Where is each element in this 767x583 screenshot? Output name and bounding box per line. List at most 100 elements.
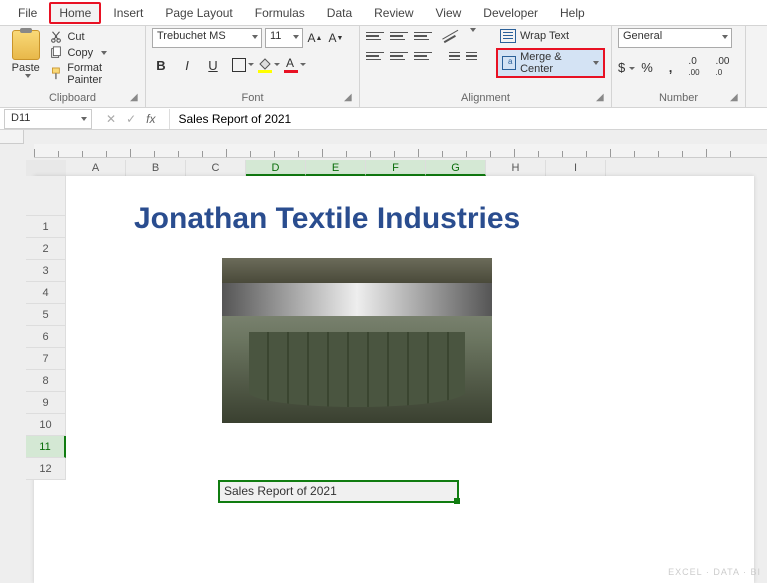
row-header-7[interactable]: 7 — [26, 348, 66, 370]
row-header-3[interactable]: 3 — [26, 260, 66, 282]
tab-data[interactable]: Data — [317, 2, 362, 24]
italic-button[interactable]: I — [178, 56, 196, 74]
column-header-A[interactable]: A — [66, 160, 126, 176]
font-color-button[interactable] — [282, 56, 300, 74]
row-header-11[interactable]: 11 — [26, 436, 66, 458]
decrease-indent-button[interactable] — [442, 48, 460, 64]
watermark: EXCEL · DATA · BI — [668, 567, 761, 577]
formula-input[interactable] — [169, 109, 767, 129]
group-number: General $ % , .0.00 .00.0 Number ◢ — [612, 26, 746, 107]
number-format-value: General — [623, 30, 662, 42]
copy-icon — [49, 46, 63, 60]
copy-button[interactable]: Copy — [49, 46, 139, 60]
decrease-font-button[interactable]: A▼ — [327, 28, 345, 48]
page: Jonathan Textile Industries Sales Report… — [34, 176, 754, 583]
align-right-button[interactable] — [414, 48, 432, 64]
wrap-text-button[interactable]: Wrap Text — [496, 28, 605, 44]
row-header-12[interactable]: 12 — [26, 458, 66, 480]
enter-icon[interactable]: ✓ — [126, 112, 136, 126]
group-clipboard: Paste Cut Copy Format Painter Clipboard — [0, 26, 146, 107]
comma-button[interactable]: , — [669, 60, 681, 75]
horizontal-ruler — [34, 144, 767, 158]
tab-help[interactable]: Help — [550, 2, 595, 24]
border-button[interactable] — [230, 56, 248, 74]
row-header-2[interactable]: 2 — [26, 238, 66, 260]
group-alignment: Wrap Text Merge & Center Alignment ◢ — [360, 26, 612, 107]
wrap-text-label: Wrap Text — [520, 30, 569, 42]
textile-factory-image[interactable] — [222, 258, 492, 423]
column-header-I[interactable]: I — [546, 160, 606, 176]
increase-indent-button[interactable] — [466, 48, 484, 64]
row-header-6[interactable]: 6 — [26, 326, 66, 348]
row-header-5[interactable]: 5 — [26, 304, 66, 326]
brush-icon — [49, 67, 63, 81]
scissors-icon — [49, 30, 63, 44]
selected-cell[interactable]: Sales Report of 2021 — [218, 480, 459, 503]
column-header-H[interactable]: H — [486, 160, 546, 176]
name-box[interactable]: D11 — [4, 109, 92, 129]
tab-view[interactable]: View — [426, 2, 472, 24]
decrease-decimal-button[interactable]: .00.0 — [716, 56, 738, 78]
column-header-E[interactable]: E — [306, 160, 366, 176]
align-bottom-button[interactable] — [414, 28, 432, 44]
dialog-launcher-icon[interactable]: ◢ — [596, 92, 608, 104]
dialog-launcher-icon[interactable]: ◢ — [130, 92, 142, 104]
format-painter-label: Format Painter — [67, 62, 139, 86]
tab-insert[interactable]: Insert — [103, 2, 153, 24]
tab-formulas[interactable]: Formulas — [245, 2, 315, 24]
align-left-button[interactable] — [366, 48, 384, 64]
percent-button[interactable]: % — [641, 60, 661, 75]
cancel-icon[interactable]: ✕ — [106, 112, 116, 126]
paste-button[interactable]: Paste — [6, 28, 45, 78]
column-header-G[interactable]: G — [426, 160, 486, 176]
page-title: Jonathan Textile Industries — [134, 202, 520, 236]
column-header-C[interactable]: C — [186, 160, 246, 176]
column-header-D[interactable]: D — [246, 160, 306, 176]
wrap-text-icon — [500, 29, 516, 43]
bold-button[interactable]: B — [152, 56, 170, 74]
currency-button[interactable]: $ — [618, 60, 633, 75]
format-painter-button[interactable]: Format Painter — [49, 62, 139, 86]
merge-center-button[interactable]: Merge & Center — [496, 48, 605, 78]
font-size-select[interactable]: 11 — [265, 28, 303, 48]
dialog-launcher-icon[interactable]: ◢ — [730, 92, 742, 104]
tab-page-layout[interactable]: Page Layout — [155, 2, 242, 24]
tab-developer[interactable]: Developer — [473, 2, 548, 24]
column-header-F[interactable]: F — [366, 160, 426, 176]
row-header-8[interactable]: 8 — [26, 370, 66, 392]
orientation-button[interactable] — [439, 25, 463, 48]
underline-button[interactable]: U — [204, 56, 222, 74]
merge-icon — [502, 56, 516, 70]
increase-font-button[interactable]: A▲ — [306, 28, 324, 48]
name-box-value: D11 — [11, 112, 30, 124]
worksheet-area: ABCDEFGHI Jonathan Textile Industries Sa… — [0, 130, 767, 583]
font-name-select[interactable]: Trebuchet MS — [152, 28, 262, 48]
fill-color-button[interactable] — [256, 56, 274, 74]
increase-decimal-button[interactable]: .0.00 — [688, 56, 707, 78]
number-format-select[interactable]: General — [618, 28, 732, 48]
tab-file[interactable]: File — [8, 2, 47, 24]
merge-center-label: Merge & Center — [520, 51, 587, 75]
clipboard-icon — [12, 30, 40, 60]
font-size-value: 11 — [270, 30, 281, 42]
select-all-corner[interactable] — [0, 130, 24, 144]
align-middle-button[interactable] — [390, 28, 408, 44]
tab-home[interactable]: Home — [49, 2, 101, 24]
dialog-launcher-icon[interactable]: ◢ — [344, 92, 356, 104]
row-header-margin — [26, 176, 66, 216]
fx-icon[interactable]: fx — [146, 112, 155, 126]
cut-button[interactable]: Cut — [49, 30, 139, 44]
group-label-font: Font — [152, 90, 353, 107]
align-center-button[interactable] — [390, 48, 408, 64]
align-top-button[interactable] — [366, 28, 384, 44]
column-header-B[interactable]: B — [126, 160, 186, 176]
tab-review[interactable]: Review — [364, 2, 423, 24]
row-header-10[interactable]: 10 — [26, 414, 66, 436]
row-header-9[interactable]: 9 — [26, 392, 66, 414]
row-header-4[interactable]: 4 — [26, 282, 66, 304]
group-label-clipboard: Clipboard — [6, 90, 139, 107]
row-header-1[interactable]: 1 — [26, 216, 66, 238]
bucket-icon — [258, 70, 272, 73]
column-headers: ABCDEFGHI — [26, 160, 767, 176]
group-font: Trebuchet MS 11 A▲ A▼ B I U Font ◢ — [146, 26, 360, 107]
